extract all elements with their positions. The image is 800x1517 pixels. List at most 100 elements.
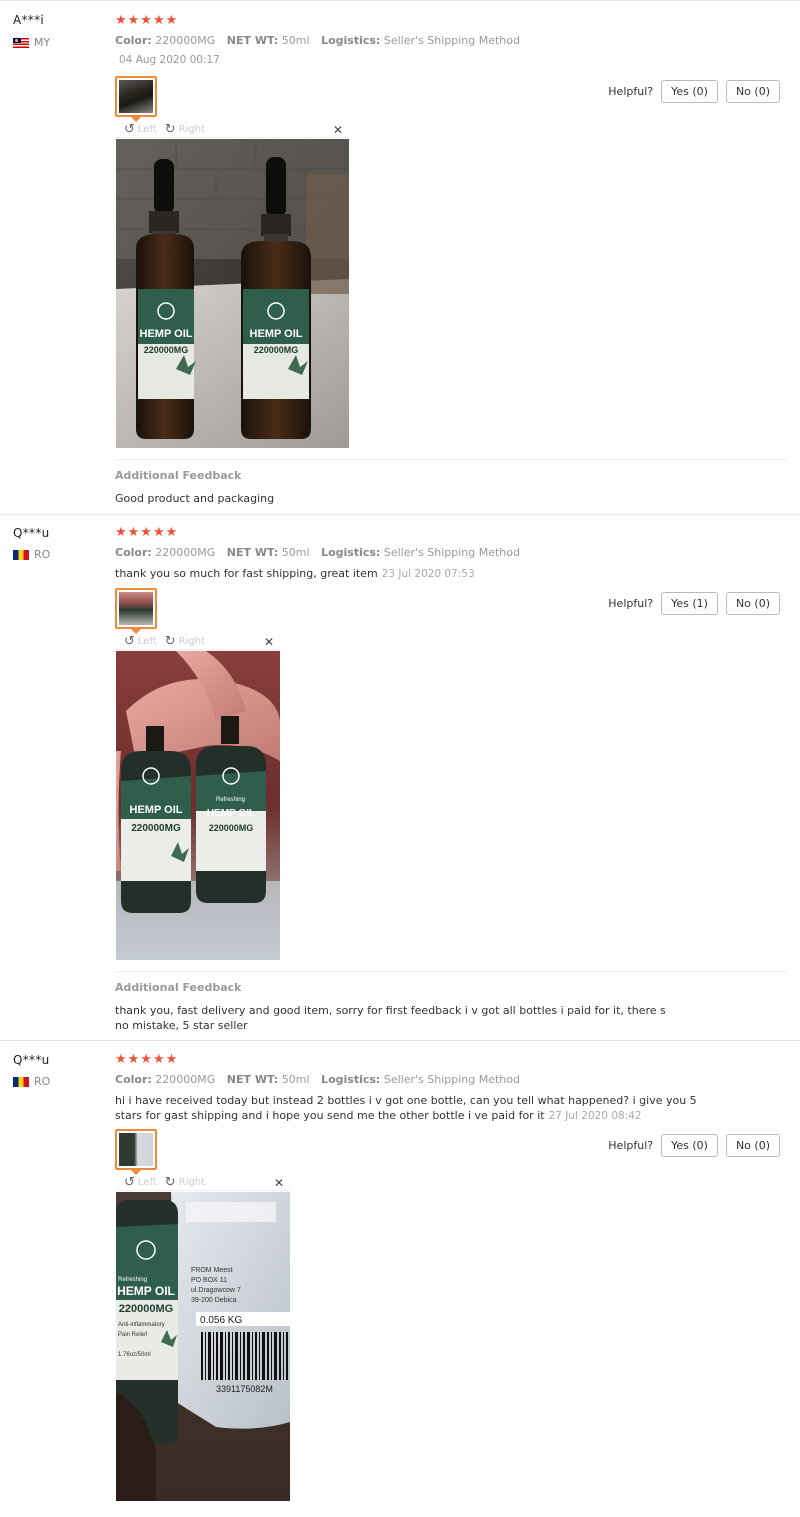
photo-viewer-toolbar: ↺ Left ↻ Right ✕ [116, 634, 280, 650]
photo-label-text: Refreshing [216, 797, 245, 803]
photo-label-text: HEMP OIL [250, 328, 303, 340]
rotate-left-button[interactable]: ↺ Left [124, 1176, 157, 1189]
review-date: 27 Jul 2020 08:42 [548, 1110, 642, 1122]
helpful-vote: Helpful? Yes (1) No (0) [608, 592, 780, 615]
reviewer-country: RO [13, 1075, 50, 1088]
logistics-value: Seller's Shipping Method [383, 1073, 520, 1086]
photo-label-text: HEMP OIL [207, 808, 255, 819]
photo-parcel-text: 0.056 KG [200, 1315, 242, 1326]
color-label: Color: [115, 34, 152, 47]
helpful-yes-button[interactable]: Yes (1) [661, 592, 718, 615]
country-code: MY [34, 36, 51, 49]
flag-ro-icon [13, 1076, 29, 1087]
rotate-right-button[interactable]: ↻ Right [165, 1176, 205, 1189]
review-photo: FROM Meest PO BOX 11 ul.Dragowcow 7 39-2… [116, 1192, 290, 1501]
review-photo: HEMP OIL 220000MG Refreshing HEMP OIL 22… [116, 651, 280, 960]
review-photo-thumbnail[interactable] [115, 1129, 157, 1175]
photo-label-text: 220000MG [119, 1303, 173, 1315]
helpful-label: Helpful? [608, 85, 654, 98]
helpful-yes-button[interactable]: Yes (0) [661, 80, 718, 103]
review-body: thank you so much for fast shipping, gre… [115, 567, 378, 580]
helpful-no-button[interactable]: No (0) [725, 1134, 780, 1157]
photo-label-text: Anti-inflammatory [118, 1322, 165, 1328]
logistics-label: Logistics: [321, 546, 381, 559]
rotate-right-icon: ↻ [164, 634, 176, 649]
close-icon[interactable]: ✕ [333, 123, 343, 137]
logistics-label: Logistics: [321, 34, 381, 47]
color-value: 220000MG [155, 546, 216, 559]
netwt-value: 50ml [281, 546, 310, 559]
netwt-label: NET WT: [226, 546, 279, 559]
photo-label-text: Refreshing [118, 1277, 147, 1283]
color-value: 220000MG [155, 34, 216, 47]
rotate-left-button[interactable]: ↺ Left [124, 635, 157, 648]
rotate-left-icon: ↺ [124, 122, 135, 137]
photo-parcel-text: FROM Meest [191, 1267, 233, 1274]
sku-properties: Color: 220000MG NET WT: 50ml Logistics: … [115, 1073, 520, 1086]
section-divider [115, 971, 786, 972]
reviewer-name: Q***u [13, 526, 50, 540]
logistics-value: Seller's Shipping Method [383, 34, 520, 47]
netwt-value: 50ml [281, 1073, 310, 1086]
review-photo: HEMP OIL 220000MG HEMP OIL 220000MG [116, 139, 349, 448]
photo-label-text: 1.76oz/50ml [118, 1352, 151, 1358]
color-label: Color: [115, 1073, 152, 1086]
photo-label-text: 220000MG [144, 345, 189, 355]
review-photo-thumbnail[interactable] [115, 76, 157, 122]
photo-label-text: 220000MG [254, 345, 299, 355]
color-value: 220000MG [155, 1073, 216, 1086]
top-border [0, 0, 800, 3]
star-rating: ★★★★★ [115, 525, 179, 540]
photo-parcel-text: PO BOX 11 [191, 1277, 227, 1284]
review-separator [0, 514, 800, 515]
review-separator [0, 1040, 800, 1041]
review-photo-thumbnail[interactable] [115, 588, 157, 634]
star-rating: ★★★★★ [115, 1052, 179, 1067]
flag-my-icon [13, 37, 29, 48]
photo-label-text: Pain Relief [118, 1332, 147, 1338]
sku-properties: Color: 220000MG NET WT: 50ml Logistics: … [115, 34, 520, 47]
color-label: Color: [115, 546, 152, 559]
additional-feedback-title: Additional Feedback [115, 981, 242, 994]
star-rating: ★★★★★ [115, 13, 179, 28]
helpful-vote: Helpful? Yes (0) No (0) [608, 80, 780, 103]
review-date: 23 Jul 2020 07:53 [381, 568, 475, 580]
helpful-yes-button[interactable]: Yes (0) [661, 1134, 718, 1157]
helpful-label: Helpful? [608, 597, 654, 610]
sku-properties: Color: 220000MG NET WT: 50ml Logistics: … [115, 546, 520, 559]
logistics-label: Logistics: [321, 1073, 381, 1086]
country-code: RO [34, 1075, 51, 1088]
review-date: 04 Aug 2020 00:17 [119, 54, 220, 66]
review-text: hi i have received today but instead 2 b… [115, 1093, 705, 1124]
helpful-no-button[interactable]: No (0) [725, 80, 780, 103]
netwt-label: NET WT: [226, 34, 279, 47]
flag-ro-icon [13, 549, 29, 560]
netwt-label: NET WT: [226, 1073, 279, 1086]
photo-parcel-text: ul.Dragowcow 7 [191, 1287, 241, 1294]
rotate-right-button[interactable]: ↻ Right [165, 123, 205, 136]
close-icon[interactable]: ✕ [274, 1176, 284, 1190]
review-text: thank you so much for fast shipping, gre… [115, 566, 715, 582]
additional-feedback-text: Good product and packaging [115, 492, 275, 505]
photo-label-text: 220000MG [209, 823, 254, 833]
photo-label-text: 220000MG [131, 823, 181, 834]
rotate-right-icon: ↻ [164, 122, 176, 137]
additional-feedback-title: Additional Feedback [115, 469, 242, 482]
close-icon[interactable]: ✕ [264, 635, 274, 649]
rotate-left-icon: ↺ [124, 1175, 135, 1190]
photo-label-text: HEMP OIL [140, 328, 193, 340]
rotate-right-button[interactable]: ↻ Right [165, 635, 205, 648]
photo-parcel-text: 3391175082M [216, 1384, 273, 1394]
reviewer-name: A***i [13, 13, 45, 27]
helpful-label: Helpful? [608, 1139, 654, 1152]
photo-parcel-text: 39-200 Debica [191, 1297, 237, 1304]
reviewer-name: Q***u [13, 1053, 50, 1067]
helpful-vote: Helpful? Yes (0) No (0) [608, 1134, 780, 1157]
photo-viewer-toolbar: ↺ Left ↻ Right ✕ [116, 1175, 290, 1191]
netwt-value: 50ml [281, 34, 310, 47]
rotate-left-button[interactable]: ↺ Left [124, 123, 157, 136]
section-divider [115, 459, 786, 460]
helpful-no-button[interactable]: No (0) [725, 592, 780, 615]
reviewer-country: MY [13, 36, 50, 49]
logistics-value: Seller's Shipping Method [383, 546, 520, 559]
